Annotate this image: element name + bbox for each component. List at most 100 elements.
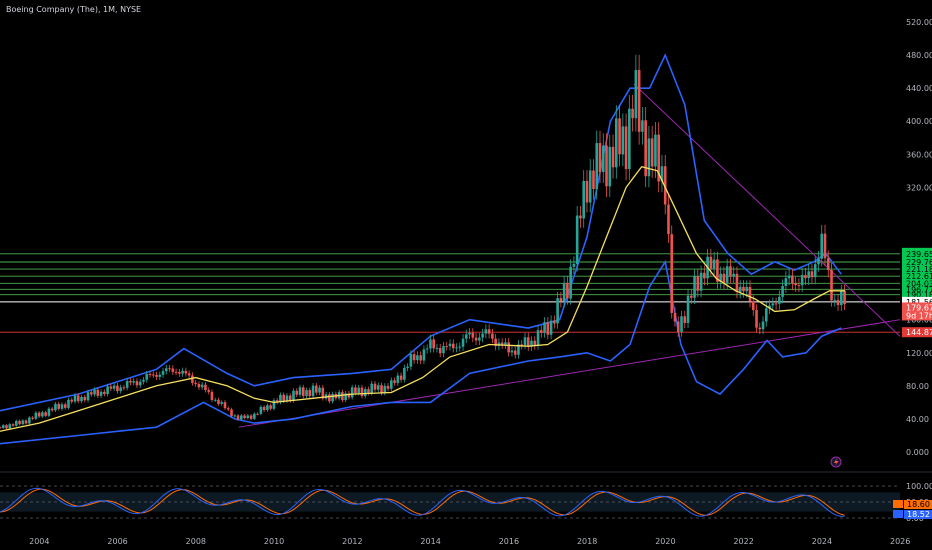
candle-body	[598, 143, 602, 172]
candle-body	[461, 338, 465, 347]
candle-body	[165, 368, 168, 372]
candle-body	[47, 408, 51, 416]
stoch-d-marker	[893, 510, 903, 518]
candle-body	[481, 333, 484, 338]
candle-body	[667, 204, 670, 235]
candle-body	[543, 322, 546, 333]
time-axis-label: 2020	[655, 537, 675, 546]
candle-body	[797, 285, 801, 287]
price-axis-label: 0.000	[906, 448, 929, 457]
lightning-alert-icon[interactable]	[830, 456, 842, 468]
candle-body	[673, 312, 677, 322]
candle-body	[510, 350, 514, 353]
candle-body	[18, 420, 21, 425]
candle-body	[298, 387, 302, 395]
candle-body	[559, 298, 563, 302]
candle-body	[83, 396, 87, 401]
candle-body	[116, 385, 119, 392]
candle-body	[676, 321, 680, 332]
candle-body	[540, 330, 543, 333]
candle-body	[86, 392, 90, 401]
candle-body	[272, 400, 276, 409]
candle-body	[103, 391, 106, 395]
candle-body	[536, 330, 540, 346]
candle-body	[791, 275, 794, 284]
candle-body	[11, 424, 15, 426]
candle-body	[63, 404, 67, 408]
candle-body	[840, 291, 843, 306]
candle-body	[468, 332, 471, 335]
candle-body	[712, 259, 716, 269]
candle-body	[243, 415, 246, 419]
candle-body	[823, 233, 827, 259]
candle-body	[699, 272, 703, 291]
candle-body	[380, 385, 383, 394]
candle-body	[722, 273, 726, 283]
candle-body	[465, 334, 468, 339]
candle-body	[445, 346, 449, 348]
candle-body	[817, 258, 820, 265]
candle-body	[191, 375, 194, 383]
candle-body	[778, 296, 781, 304]
candle-body	[253, 413, 256, 419]
stoch-k-value: 18.60	[907, 500, 930, 509]
candle-body	[8, 424, 12, 429]
candle-body	[50, 408, 54, 411]
candle-body	[285, 395, 289, 401]
candle-body	[751, 301, 755, 311]
candle-body	[572, 263, 576, 267]
price-axis-label: 480.00	[906, 51, 932, 60]
candle-body	[341, 392, 344, 401]
candle-body	[200, 384, 204, 388]
candle-body	[363, 389, 367, 397]
time-axis-label: 2016	[499, 537, 519, 546]
support-price-value: 144.87	[906, 328, 932, 337]
candle-body	[138, 381, 142, 386]
candle-body	[526, 337, 530, 347]
candle-body	[703, 272, 706, 279]
candle-body	[360, 387, 364, 397]
candle-body	[174, 371, 178, 373]
candle-body	[403, 367, 406, 380]
stoch-axis-label: 100.00	[906, 482, 932, 491]
candle-body	[187, 373, 191, 376]
candle-body	[305, 390, 308, 396]
candle-body	[432, 339, 435, 349]
candle-body	[670, 234, 674, 313]
candle-body	[566, 282, 569, 299]
candle-body	[553, 320, 556, 324]
candle-body	[112, 385, 116, 389]
candle-body	[458, 346, 462, 348]
candle-body	[621, 126, 625, 155]
candle-body	[471, 332, 475, 338]
candle-body	[76, 395, 80, 402]
candle-body	[738, 286, 742, 292]
candle-body	[422, 349, 426, 361]
candle-body	[608, 146, 612, 187]
candle-body	[119, 387, 122, 392]
candle-body	[813, 264, 817, 278]
time-axis-label: 2008	[186, 537, 206, 546]
candle-body	[155, 374, 158, 377]
candle-body	[641, 120, 644, 132]
candle-body	[142, 379, 145, 382]
price-chart[interactable]: 100.0050.000.0018.6018.52 520.00480.0044…	[0, 0, 932, 550]
candle-body	[804, 275, 807, 279]
stoch-k-tag: 18.60	[893, 500, 932, 509]
candle-body	[106, 386, 109, 395]
candle-body	[810, 271, 814, 278]
candle-body	[784, 278, 788, 287]
time-axis-label: 2018	[577, 537, 597, 546]
candle-body	[758, 327, 762, 330]
candle-body	[90, 392, 93, 395]
candle-body	[178, 372, 181, 374]
candle-body	[54, 403, 57, 411]
candle-body	[429, 339, 432, 349]
support-price-tag: 144.87	[902, 327, 932, 338]
price-axis-label: 320.00	[906, 183, 932, 192]
candle-body	[774, 303, 778, 305]
candle-body	[513, 350, 517, 355]
candle-body	[533, 340, 537, 346]
price-axis-label: 440.00	[906, 84, 932, 93]
candle-body	[435, 348, 439, 350]
